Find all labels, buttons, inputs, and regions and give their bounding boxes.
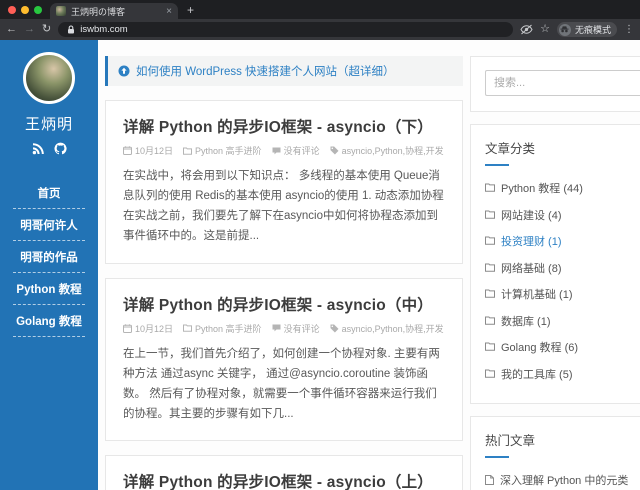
author-name: 王炳明 <box>24 116 73 133</box>
close-window-button[interactable] <box>8 6 16 14</box>
pinned-announcement[interactable]: 如何使用 WordPress 快速搭建个人网站（超详细） <box>105 56 463 86</box>
browser-tab[interactable]: 王炳明の博客 × <box>50 3 178 19</box>
post-title[interactable]: 详解 Python 的异步IO框架 - asyncio（下） <box>123 115 445 137</box>
post-date: 10月12日 <box>135 323 174 334</box>
category-item[interactable]: Golang 教程 (6) <box>485 335 640 362</box>
left-sidebar: 王炳明 首页 明哥何许人 明哥的作品 Python 教程 Golang 教程 <box>0 40 98 490</box>
post-meta: 10月12日 Python 高手进阶 没有评论 asyncio,Python,协… <box>123 144 445 157</box>
post-meta: 10月12日 Python 高手进阶 没有评论 asyncio,Python,协… <box>123 322 445 335</box>
incognito-label: 无痕模式 <box>574 25 611 35</box>
right-sidebar: 文章分类 Python 教程 (44) 网站建设 (4) 投资理财 (1) 网络… <box>470 56 640 490</box>
window-controls[interactable] <box>0 6 50 19</box>
calendar-icon <box>123 323 132 333</box>
post-tags[interactable]: asyncio,Python,协程,开发 <box>342 144 444 157</box>
browser-toolbar: ← → ↻ iswbm.com ☆ 无痕模式 ⋮ <box>0 19 640 40</box>
post-comments[interactable]: 没有评论 <box>284 322 320 335</box>
announcement-text: 如何使用 WordPress 快速搭建个人网站（超详细） <box>136 66 395 78</box>
comment-icon <box>272 324 281 332</box>
post-card: 详解 Python 的异步IO框架 - asyncio（上） 10月12日 Py… <box>105 455 463 490</box>
folder-icon <box>183 324 193 332</box>
hot-article-item[interactable]: 深入理解 Python 中的元类 <box>485 468 640 490</box>
category-item[interactable]: 投资理财 (1) <box>485 229 640 256</box>
post-category[interactable]: Python 高手进阶 <box>195 144 262 157</box>
nav-item-about[interactable]: 明哥何许人 <box>13 209 85 241</box>
new-tab-button[interactable]: + <box>178 3 194 19</box>
category-item[interactable]: 网站建设 (4) <box>485 203 640 230</box>
blog-page: 王炳明 首页 明哥何许人 明哥的作品 Python 教程 Golang 教程 如… <box>0 40 640 490</box>
post-card: 详解 Python 的异步IO框架 - asyncio（下） 10月12日 Py… <box>105 100 463 264</box>
minimize-window-button[interactable] <box>21 6 29 14</box>
hot-articles-widget: 热门文章 深入理解 Python 中的元类 如何使用 WordPress 快速搭… <box>470 416 640 490</box>
post-card: 详解 Python 的异步IO框架 - asyncio（中） 10月12日 Py… <box>105 277 463 441</box>
forward-icon[interactable]: → <box>24 24 35 35</box>
categories-widget: 文章分类 Python 教程 (44) 网站建设 (4) 投资理财 (1) 网络… <box>470 124 640 404</box>
zoom-window-button[interactable] <box>34 6 42 14</box>
lock-icon <box>67 25 75 34</box>
bookmark-star-icon[interactable]: ☆ <box>540 24 550 35</box>
post-tags[interactable]: asyncio,Python,协程,开发 <box>342 322 444 335</box>
title-underline <box>485 164 509 166</box>
folder-icon <box>183 147 193 155</box>
tag-icon <box>330 146 339 155</box>
profile-avatar[interactable] <box>23 52 75 104</box>
post-excerpt: 在上一节，我们首先介绍了，如何创建一个协程对象. 主要有两种方法 通过async… <box>123 347 440 420</box>
back-icon[interactable]: ← <box>6 24 17 35</box>
nav-item-python[interactable]: Python 教程 <box>13 273 85 305</box>
nav-item-home[interactable]: 首页 <box>13 177 85 209</box>
browser-chrome: 王炳明の博客 × + ← → ↻ iswbm.com ☆ 无痕模式 ⋮ <box>0 0 640 40</box>
sidebar-nav: 首页 明哥何许人 明哥的作品 Python 教程 Golang 教程 <box>0 177 98 337</box>
post-title[interactable]: 详解 Python 的异步IO框架 - asyncio（上） <box>123 470 445 490</box>
comment-icon <box>272 147 281 155</box>
post-title[interactable]: 详解 Python 的异步IO框架 - asyncio（中） <box>123 293 445 315</box>
categories-title: 文章分类 <box>485 142 536 156</box>
search-widget <box>470 56 640 112</box>
category-item[interactable]: 计算机基础 (1) <box>485 282 640 309</box>
post-comments[interactable]: 没有评论 <box>284 144 320 157</box>
post-date: 10月12日 <box>135 146 174 156</box>
category-item[interactable]: Python 教程 (44) <box>485 176 640 203</box>
categories-list: Python 教程 (44) 网站建设 (4) 投资理财 (1) 网络基础 (8… <box>485 176 640 388</box>
post-category[interactable]: Python 高手进阶 <box>195 322 262 335</box>
nav-item-golang[interactable]: Golang 教程 <box>13 305 85 337</box>
post-excerpt: 在实战中，将会用到以下知识点： 多线程的基本使用 Queue消息队列的使用 Re… <box>123 170 444 243</box>
address-bar[interactable]: iswbm.com <box>58 22 514 37</box>
arrow-up-circle-icon <box>118 65 130 77</box>
url-text: iswbm.com <box>80 24 128 35</box>
reload-icon[interactable]: ↻ <box>42 24 51 35</box>
rss-icon[interactable] <box>32 142 45 155</box>
incognito-badge[interactable]: 无痕模式 <box>556 22 617 37</box>
github-icon[interactable] <box>53 142 67 155</box>
category-item[interactable]: 我的工具库 (5) <box>485 362 640 389</box>
tag-icon <box>330 324 339 333</box>
site-favicon <box>56 6 66 16</box>
calendar-icon <box>123 146 132 155</box>
tab-strip: 王炳明の博客 × + <box>0 0 640 19</box>
post-list: 如何使用 WordPress 快速搭建个人网站（超详细） 详解 Python 的… <box>105 56 463 490</box>
category-item[interactable]: 网络基础 (8) <box>485 256 640 283</box>
nav-item-works[interactable]: 明哥的作品 <box>13 241 85 273</box>
hot-articles-list: 深入理解 Python 中的元类 如何使用 WordPress 快速搭建个人网站… <box>485 468 640 490</box>
search-input[interactable] <box>485 70 640 96</box>
category-item[interactable]: 数据库 (1) <box>485 309 640 336</box>
tab-close-icon[interactable]: × <box>166 6 172 17</box>
hot-articles-title: 热门文章 <box>485 434 536 448</box>
browser-menu-icon[interactable]: ⋮ <box>624 24 634 35</box>
incognito-avatar-icon <box>558 23 571 36</box>
title-underline <box>485 456 509 458</box>
tab-title: 王炳明の博客 <box>71 6 126 17</box>
eye-off-icon[interactable] <box>520 24 533 35</box>
